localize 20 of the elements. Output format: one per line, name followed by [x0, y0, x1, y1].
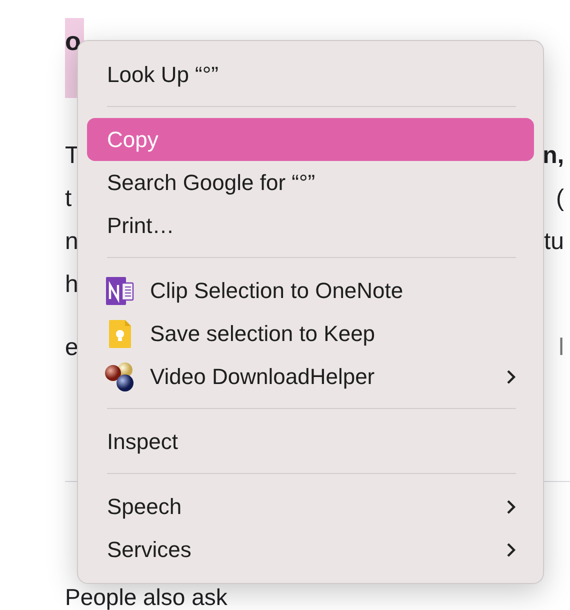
paragraph-text: t [65, 184, 72, 212]
paragraph-text: l [558, 334, 564, 362]
menu-item[interactable]: Save selection to Keep [87, 312, 534, 355]
menu-item[interactable]: Clip Selection to OneNote [87, 269, 534, 312]
paragraph-text: tu [544, 228, 564, 256]
spheres-icon [104, 360, 136, 392]
notebook-icon [104, 274, 136, 306]
paragraph-text: n [65, 228, 78, 256]
paragraph-text: ( [556, 184, 564, 212]
paragraph-text: h [65, 270, 78, 298]
menu-item[interactable]: Services [87, 528, 534, 571]
menu-item[interactable]: Print… [87, 204, 534, 247]
menu-item[interactable]: Speech [87, 485, 534, 528]
menu-item[interactable]: Search Google for “°” [87, 161, 534, 204]
menu-item[interactable]: Inspect [87, 420, 534, 463]
section-heading: People also ask [65, 586, 228, 609]
paragraph-text: n, [542, 142, 564, 170]
menu-item[interactable]: Look Up “°” [87, 53, 534, 96]
menu-item[interactable]: Video DownloadHelper [87, 355, 534, 398]
paragraph-text: e [65, 334, 78, 362]
